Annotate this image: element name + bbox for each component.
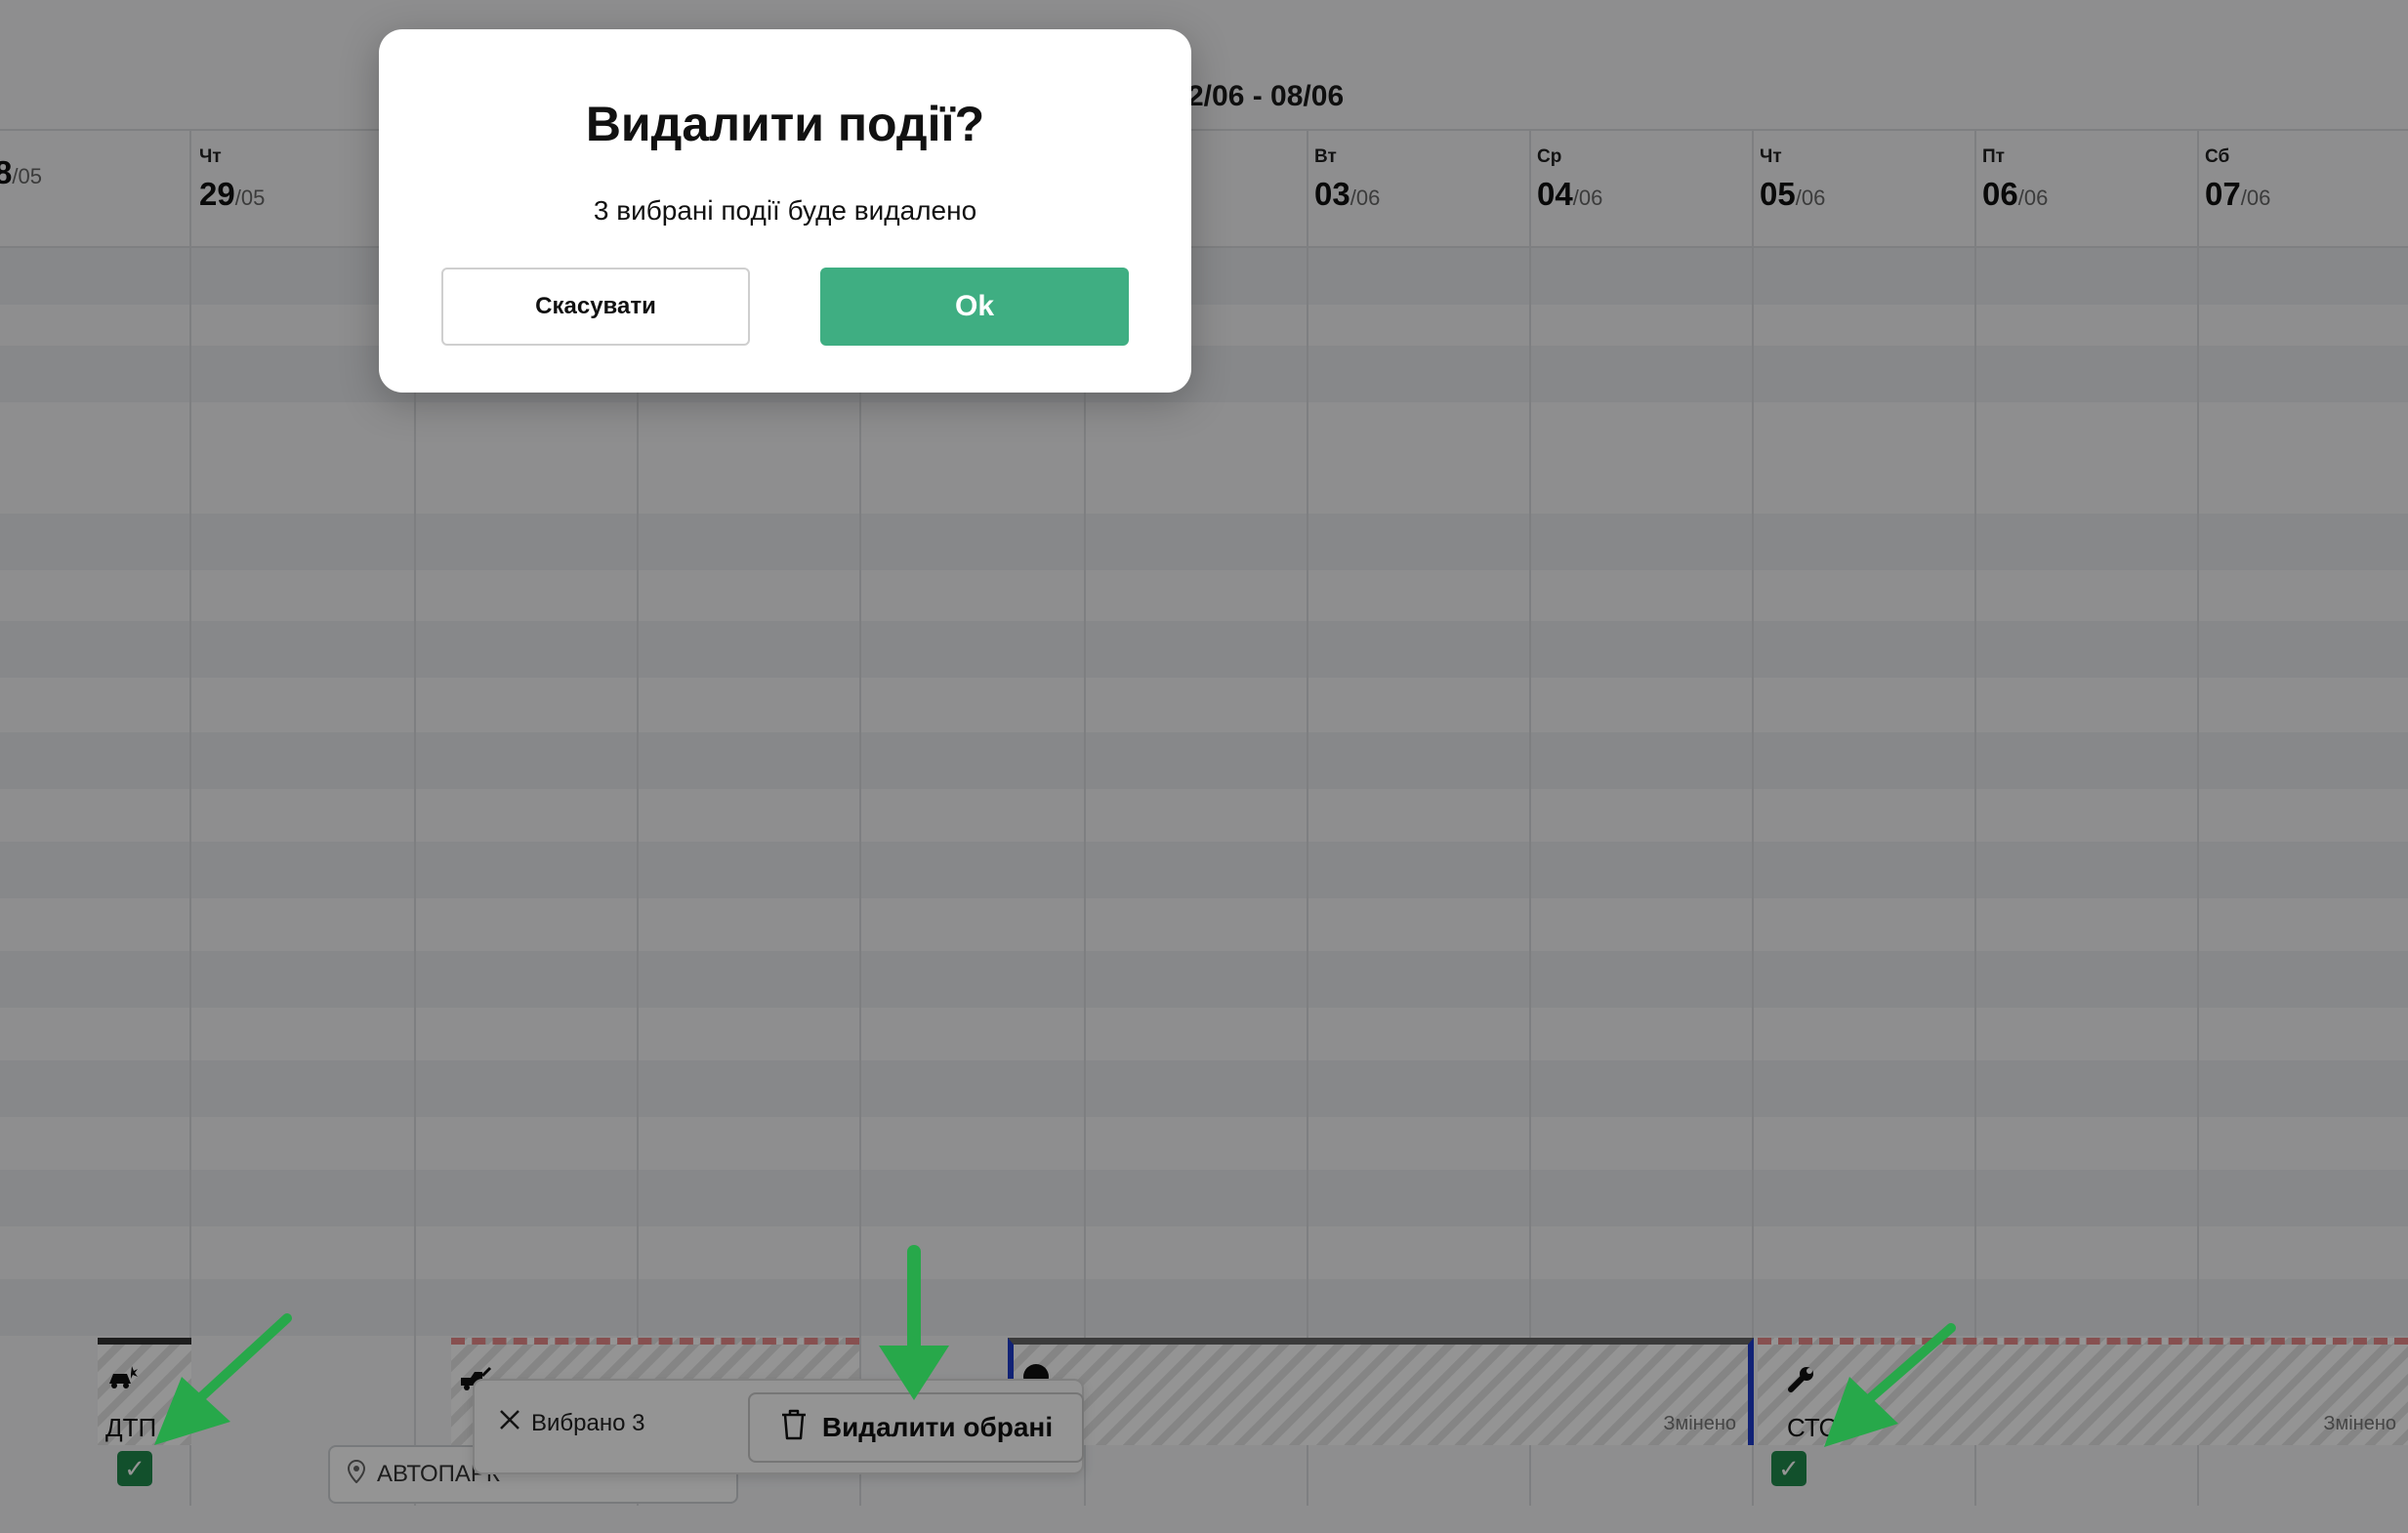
- calendar-page: 2/06 - 08/06 8/05 Чт 29/05 Вт 03/06 Ср 0…: [0, 0, 2408, 1533]
- arrow-icon: [154, 1313, 292, 1445]
- annotation-arrows: [154, 1245, 1956, 1447]
- arrow-icon: [1824, 1323, 1956, 1447]
- arrow-icon: [879, 1245, 949, 1400]
- delete-events-dialog: Видалити події? 3 вибрані події буде вид…: [379, 29, 1191, 393]
- dialog-message: 3 вибрані події буде видалено: [593, 195, 977, 226]
- cancel-button[interactable]: Скасувати: [441, 268, 750, 346]
- ok-button[interactable]: Ok: [820, 268, 1129, 346]
- dialog-title: Видалити події?: [585, 97, 985, 151]
